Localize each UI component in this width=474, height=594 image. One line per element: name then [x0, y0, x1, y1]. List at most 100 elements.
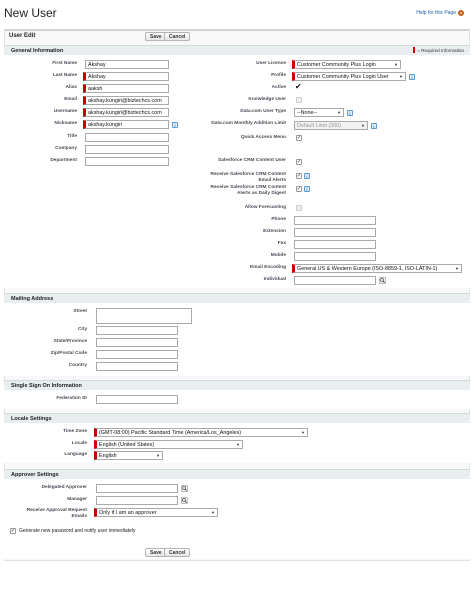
phone-input[interactable] — [294, 216, 376, 225]
zip-input[interactable] — [96, 350, 178, 359]
datacom-user-type-label: Data.com User Type — [240, 109, 286, 114]
crm-daily-digest-label: Receive Salesforce CRM Content Alerts as… — [210, 185, 286, 196]
department-label: Department — [50, 158, 77, 163]
crm-content-user-label: Salesforce CRM Content User — [218, 158, 286, 163]
allow-forecasting-label: Allow Forecasting — [244, 205, 286, 210]
crm-content-user-checkbox[interactable]: ✓ — [296, 159, 302, 165]
allow-forecasting-checkbox[interactable] — [296, 205, 302, 211]
profile-info-icon[interactable]: i — [409, 74, 415, 80]
section-approver-title: Approver Settings — [11, 472, 59, 478]
help-link[interactable]: Help for this Page ? — [416, 10, 464, 16]
crm-daily-digest-checkbox[interactable]: ✓ — [296, 186, 302, 192]
state-input[interactable] — [96, 338, 178, 347]
alias-input[interactable]: aaksh — [83, 84, 169, 93]
knowledge-user-checkbox[interactable] — [296, 97, 302, 103]
language-select[interactable]: English ▼ — [94, 451, 163, 460]
nickname-info-icon[interactable]: i — [172, 122, 178, 128]
section-mailing-header: Mailing Address — [4, 293, 470, 303]
zip-label: Zip/Postal Code — [50, 351, 87, 356]
delegated-approver-lookup-icon[interactable] — [181, 485, 188, 492]
city-input[interactable] — [96, 326, 178, 335]
user-license-value: Customer Community Plus Login — [297, 61, 376, 68]
crm-email-alerts-checkbox[interactable]: ✓ — [296, 173, 302, 179]
panel-subtitle: User Edit — [9, 33, 36, 39]
email-input[interactable]: akshay.kungiri@biztechcs.com — [83, 96, 169, 105]
datacom-user-type-value: --None-- — [297, 109, 318, 116]
crm-daily-digest-info-icon[interactable]: i — [304, 186, 310, 192]
generate-password-checkbox[interactable]: ✓ — [10, 528, 16, 534]
department-input[interactable] — [85, 157, 169, 166]
generate-password-label: Generate new password and notify user im… — [19, 528, 136, 534]
email-encoding-select[interactable]: General US & Western Europe (ISO-8859-1,… — [292, 264, 462, 273]
receive-emails-select[interactable]: Only if I am an approver ▼ — [94, 508, 218, 517]
help-icon[interactable]: ? — [458, 10, 464, 16]
company-input[interactable] — [85, 145, 169, 154]
quick-access-menu-label: Quick Access Menu — [240, 135, 286, 140]
email-label: Email — [64, 97, 77, 102]
individual-label: Individual — [263, 277, 286, 282]
last-name-input[interactable]: Akshay — [83, 72, 169, 81]
user-license-select[interactable]: Customer Community Plus Login ▼ — [292, 60, 401, 69]
page-title: New User — [4, 6, 57, 20]
individual-lookup-icon[interactable] — [379, 277, 386, 284]
active-label: Active — [271, 85, 286, 90]
chevron-down-icon: ▼ — [301, 430, 305, 435]
individual-input[interactable] — [294, 276, 376, 285]
chevron-down-icon: ▼ — [211, 510, 215, 515]
extension-input[interactable] — [294, 228, 376, 237]
time-zone-label: Time Zone — [63, 429, 87, 434]
locale-select[interactable]: English (United States) ▼ — [94, 440, 243, 449]
title-label: Title — [67, 134, 77, 139]
datacom-user-type-select[interactable]: --None-- ▼ — [294, 108, 344, 117]
delegated-approver-label: Delegated Approver — [41, 485, 87, 490]
locale-value: English (United States) — [99, 441, 155, 448]
time-zone-value: (GMT-08:00) Pacific Standard Time (Ameri… — [99, 429, 242, 436]
fax-label: Fax — [277, 241, 286, 246]
country-input[interactable] — [96, 362, 178, 371]
section-general-title: General Information — [11, 48, 64, 54]
first-name-input[interactable]: Akshay — [85, 60, 169, 69]
section-sso-title: Single Sign On Information — [11, 383, 82, 389]
chevron-down-icon: ▼ — [399, 74, 403, 79]
federation-id-input[interactable] — [96, 395, 178, 404]
street-label: Street — [73, 309, 87, 314]
required-indicator — [413, 47, 416, 53]
datacom-user-type-info-icon[interactable]: i — [347, 110, 353, 116]
profile-select[interactable]: Customer Community Plus Login User ▼ — [292, 72, 406, 81]
datacom-limit-info-icon[interactable]: i — [371, 123, 377, 129]
profile-label: Profile — [271, 73, 286, 78]
chevron-down-icon: ▼ — [361, 123, 365, 128]
manager-lookup-icon[interactable] — [181, 497, 188, 504]
cancel-button-bottom[interactable]: Cancel — [164, 548, 191, 557]
help-link-label[interactable]: Help for this Page — [416, 10, 456, 16]
cancel-button-top[interactable]: Cancel — [164, 32, 191, 41]
chevron-down-icon: ▼ — [455, 266, 459, 271]
username-label: Username — [53, 109, 77, 114]
receive-emails-value: Only if I am an approver — [99, 509, 157, 516]
time-zone-select[interactable]: (GMT-08:00) Pacific Standard Time (Ameri… — [94, 428, 308, 437]
chevron-down-icon: ▼ — [337, 110, 341, 115]
language-label: Language — [64, 452, 87, 457]
nickname-input[interactable]: akshay.kungiri — [83, 120, 169, 129]
manager-input[interactable] — [96, 496, 178, 505]
chevron-down-icon: ▼ — [236, 442, 240, 447]
username-input[interactable]: akshay.kungiri@biztechcs.com — [83, 108, 169, 117]
last-name-label: Last Name — [52, 73, 77, 78]
street-textarea[interactable] — [96, 308, 192, 324]
email-encoding-label: Email Encoding — [250, 265, 286, 270]
crm-email-alerts-info-icon[interactable]: i — [304, 173, 310, 179]
title-input[interactable] — [85, 133, 169, 142]
datacom-limit-value: Default Limit (300) — [297, 122, 342, 129]
chevron-down-icon: ▼ — [156, 453, 160, 458]
email-encoding-value: General US & Western Europe (ISO-8859-1,… — [297, 265, 438, 272]
mobile-input[interactable] — [294, 252, 376, 261]
language-value: English — [99, 452, 117, 459]
delegated-approver-input[interactable] — [96, 484, 178, 493]
fax-input[interactable] — [294, 240, 376, 249]
user-license-label: User License — [256, 61, 286, 66]
phone-label: Phone — [271, 217, 286, 222]
quick-access-menu-checkbox[interactable]: ✓ — [296, 135, 302, 141]
datacom-limit-select[interactable]: Default Limit (300) ▼ — [294, 121, 368, 130]
mobile-label: Mobile — [270, 253, 286, 258]
section-general-header: General Information — [4, 45, 470, 55]
